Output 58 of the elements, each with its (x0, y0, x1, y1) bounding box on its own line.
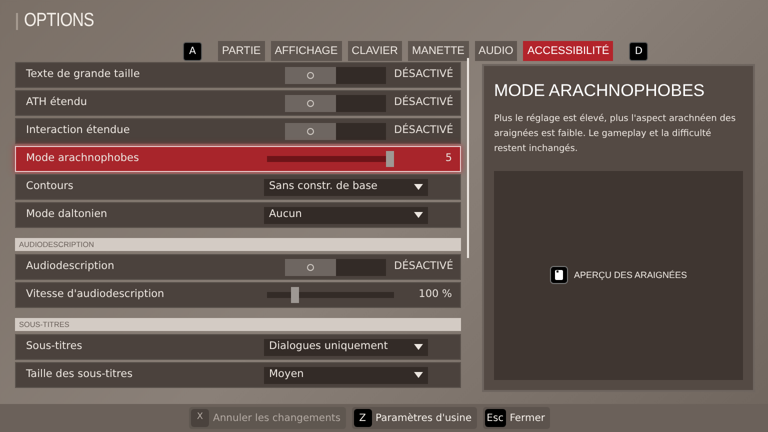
slider[interactable] (267, 151, 394, 167)
setting-label: Mode arachnophobes (26, 151, 139, 166)
setting-row[interactable]: ATH étendu DÉSACTIVÉ (15, 90, 461, 116)
toggle-value: DÉSACTIVÉ (394, 67, 454, 82)
slider-thumb[interactable] (290, 287, 299, 303)
toggle-value: DÉSACTIVÉ (394, 259, 454, 274)
setting-label: Interaction étendue (26, 123, 130, 138)
key-hint: A (183, 42, 202, 60)
setting-label: Texte de grande taille (26, 67, 140, 82)
toggle-switch[interactable] (285, 122, 386, 140)
slider-thumb[interactable] (386, 151, 394, 167)
toggle-value: DÉSACTIVÉ (394, 95, 454, 110)
tab[interactable]: MANETTE (408, 41, 468, 61)
toggle-switch[interactable] (285, 66, 386, 84)
setting-label: Audiodescription (26, 259, 114, 274)
toggle-switch[interactable] (285, 258, 386, 276)
setting-row[interactable]: Interaction étendue DÉSACTIVÉ (15, 118, 461, 144)
dropdown[interactable]: Dialogues uniquement (264, 338, 428, 356)
setting-label: Taille des sous-titres (26, 367, 133, 382)
mouse-icon (550, 266, 568, 284)
dropdown[interactable]: Aucun (264, 206, 428, 224)
page-title: OPTIONS (24, 8, 94, 33)
slider-value: 100 % (418, 287, 453, 302)
setting-row[interactable]: Contours Sans constr. de base (15, 174, 461, 200)
setting-row[interactable]: Mode daltonien Aucun (15, 202, 461, 228)
detail-description: Plus le réglage est élevé, plus l'aspect arachnéen des araignées est faible. Le gameplay et la difficulté restent inchangés. (494, 112, 737, 156)
setting-row[interactable]: Taille des sous-titres Moyen (15, 362, 461, 388)
setting-label: ATH étendu (26, 95, 88, 110)
setting-label: Contours (26, 179, 74, 194)
setting-row[interactable]: Vitesse d'audiodescription 100 % (15, 282, 461, 308)
toggle-value: DÉSACTIVÉ (394, 123, 454, 138)
caret-down-icon (414, 372, 423, 378)
slider[interactable] (267, 287, 394, 303)
setting-label: Sous-titres (26, 339, 82, 354)
caret-down-icon (414, 344, 423, 350)
caret-down-icon (414, 184, 423, 190)
tab[interactable]: AFFICHAGE (270, 41, 342, 61)
footer-button[interactable]: Esc Fermer (482, 407, 550, 429)
tab[interactable]: ACCESSIBILITÉ (523, 41, 614, 61)
setting-row[interactable]: Mode arachnophobes 5 (15, 146, 461, 172)
slider-value: 5 (444, 151, 453, 166)
dropdown[interactable]: Moyen (264, 366, 428, 384)
footer-button[interactable]: Z Paramètres d'usine (352, 407, 477, 429)
setting-row[interactable]: Texte de grande taille DÉSACTIVÉ (15, 62, 461, 88)
scrollbar[interactable] (467, 58, 469, 258)
setting-row[interactable]: Audiodescription DÉSACTIVÉ (15, 254, 461, 280)
setting-label: Mode daltonien (26, 207, 108, 222)
tab[interactable]: PARTIE (218, 41, 265, 61)
preview-label: APERÇU DES ARAIGNÉES (574, 268, 688, 282)
key-hint: D (629, 42, 648, 60)
detail-title: MODE ARACHNOPHOBES (494, 80, 706, 102)
caret-down-icon (414, 212, 423, 218)
dropdown[interactable]: Sans constr. de base (264, 178, 428, 196)
toggle-switch[interactable] (285, 94, 386, 112)
tab[interactable]: AUDIO (474, 41, 518, 61)
setting-label: Vitesse d'audiodescription (26, 287, 164, 302)
setting-row[interactable]: Sous-titres Dialogues uniquement (15, 334, 461, 360)
tab[interactable]: CLAVIER (348, 41, 402, 61)
